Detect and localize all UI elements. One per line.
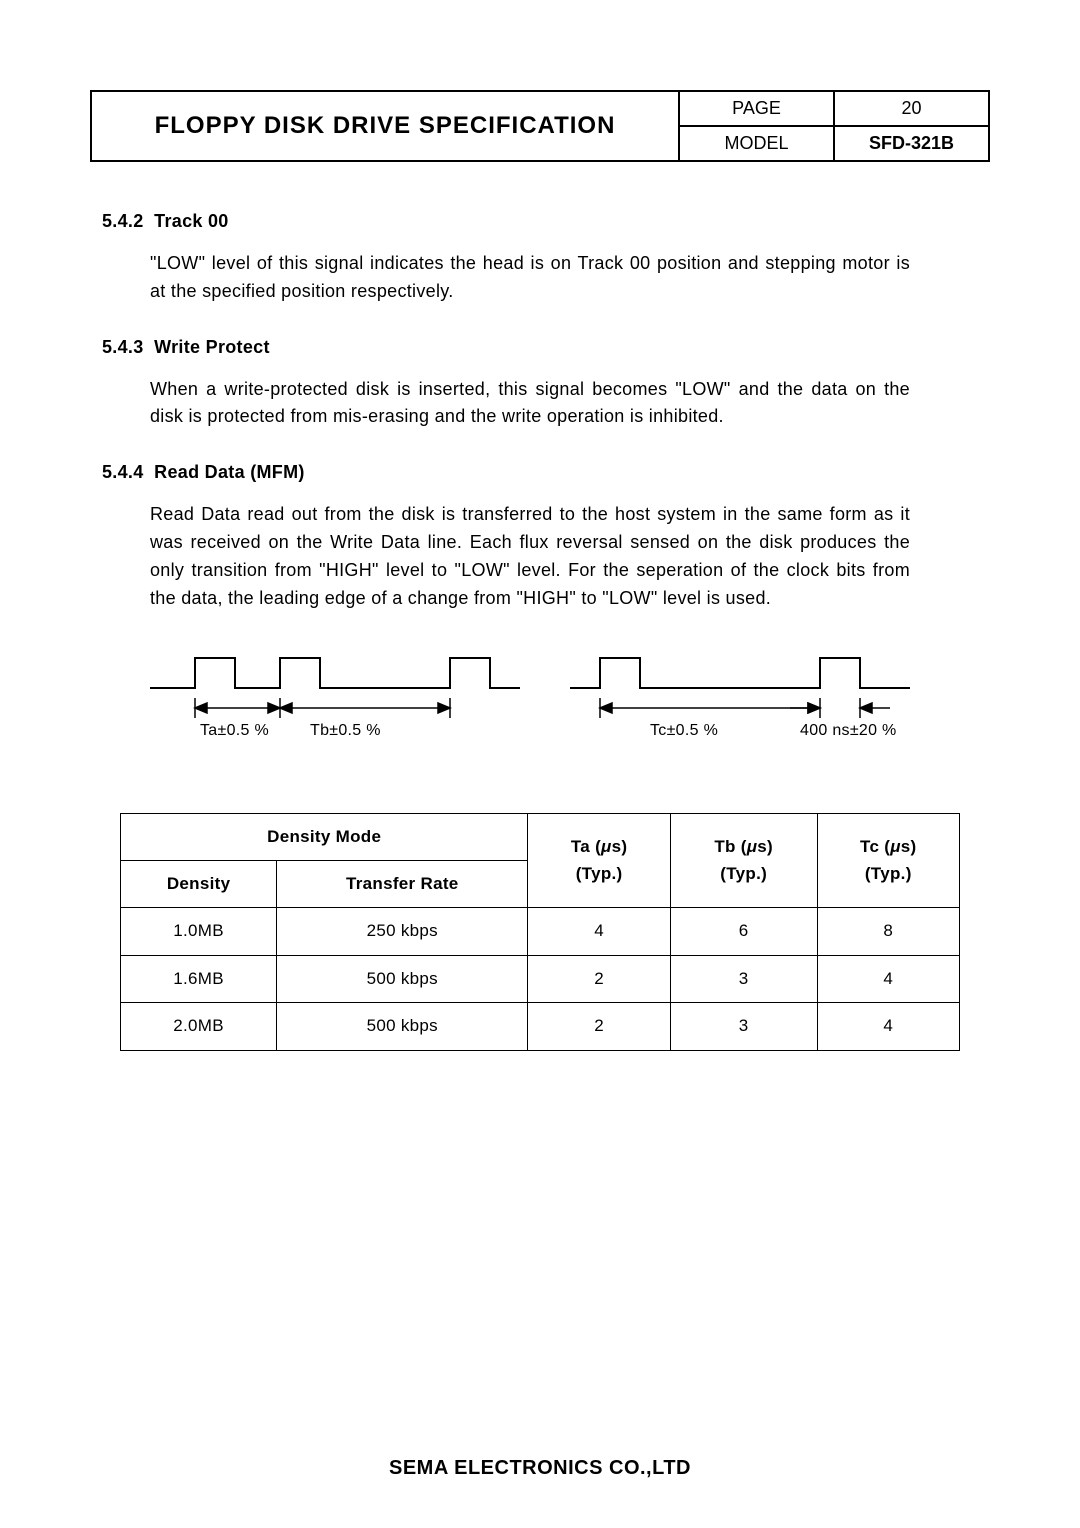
th-ta-typ: (Typ.) [576,864,623,883]
table-row: 1.0MB 250 kbps 4 6 8 [121,908,960,955]
page-label: PAGE [680,92,833,125]
model-value: SFD-321B [833,127,988,160]
document-title: FLOPPY DISK DRIVE SPECIFICATION [92,92,678,160]
th-tc-l1: Tc ( [860,837,890,856]
cell-density: 2.0MB [121,1003,277,1050]
timing-diagram: Ta±0.5 % Tb±0.5 % Tc±0.5 % 400 ns±20 % [150,643,960,763]
footer: SEMA ELECTRONICS CO.,LTD [90,1457,990,1488]
section-544-title: Read Data (MFM) [154,462,305,482]
section-542-num: 5.4.2 [102,211,144,231]
density-table: Density Mode Ta (μs) (Typ.) Tb (μs) (Typ… [120,813,960,1051]
page-number: 20 [833,92,988,125]
timing-label-tb: Tb±0.5 % [310,722,381,739]
mu-icon: μ [890,837,901,856]
section-544-body: Read Data read out from the disk is tran… [150,501,910,613]
timing-label-ta: Ta±0.5 % [200,722,269,739]
section-542-head: 5.4.2 Track 00 [102,208,990,236]
header-meta: PAGE 20 MODEL SFD-321B [678,92,988,160]
mu-icon: μ [601,837,612,856]
cell-tb: 3 [670,955,817,1002]
th-tc-typ: (Typ.) [865,864,912,883]
cell-tc: 8 [817,908,959,955]
section-544-num: 5.4.4 [102,462,144,482]
th-density: Density [121,861,277,908]
th-ta-l2: s) [612,837,628,856]
header: FLOPPY DISK DRIVE SPECIFICATION PAGE 20 … [90,90,990,162]
cell-tb: 3 [670,1003,817,1050]
timing-label-tc: Tc±0.5 % [650,722,718,739]
cell-density: 1.0MB [121,908,277,955]
cell-ta: 4 [528,908,670,955]
table-header-row-1: Density Mode Ta (μs) (Typ.) Tb (μs) (Typ… [121,813,960,860]
section-542-body: "LOW" level of this signal indicates the… [150,250,910,306]
section-543-title: Write Protect [154,337,270,357]
cell-tc: 4 [817,1003,959,1050]
cell-ta: 2 [528,955,670,1002]
th-transfer: Transfer Rate [277,861,528,908]
th-density-mode: Density Mode [121,813,528,860]
th-tc-l2: s) [901,837,917,856]
timing-label-pulse: 400 ns±20 % [800,722,897,739]
th-tb: Tb (μs) (Typ.) [670,813,817,908]
section-544-head: 5.4.4 Read Data (MFM) [102,459,990,487]
th-tb-typ: (Typ.) [720,864,767,883]
th-tb-l1: Tb ( [714,837,746,856]
th-tc: Tc (μs) (Typ.) [817,813,959,908]
cell-tc: 4 [817,955,959,1002]
page: FLOPPY DISK DRIVE SPECIFICATION PAGE 20 … [0,0,1080,1528]
model-label: MODEL [680,127,833,160]
cell-tb: 6 [670,908,817,955]
section-543-num: 5.4.3 [102,337,144,357]
table-row: 1.6MB 500 kbps 2 3 4 [121,955,960,1002]
cell-rate: 250 kbps [277,908,528,955]
cell-rate: 500 kbps [277,955,528,1002]
th-tb-l2: s) [757,837,773,856]
section-543-head: 5.4.3 Write Protect [102,334,990,362]
th-ta-l1: Ta ( [571,837,601,856]
body: 5.4.2 Track 00 "LOW" level of this signa… [90,198,990,1457]
cell-ta: 2 [528,1003,670,1050]
header-row-page: PAGE 20 [678,92,988,125]
header-row-model: MODEL SFD-321B [678,125,988,160]
th-ta: Ta (μs) (Typ.) [528,813,670,908]
cell-rate: 500 kbps [277,1003,528,1050]
table-row: 2.0MB 500 kbps 2 3 4 [121,1003,960,1050]
cell-density: 1.6MB [121,955,277,1002]
timing-svg: Ta±0.5 % Tb±0.5 % Tc±0.5 % 400 ns±20 % [150,643,920,763]
section-542-title: Track 00 [154,211,228,231]
mu-icon: μ [747,837,758,856]
section-543-body: When a write-protected disk is inserted,… [150,376,910,432]
